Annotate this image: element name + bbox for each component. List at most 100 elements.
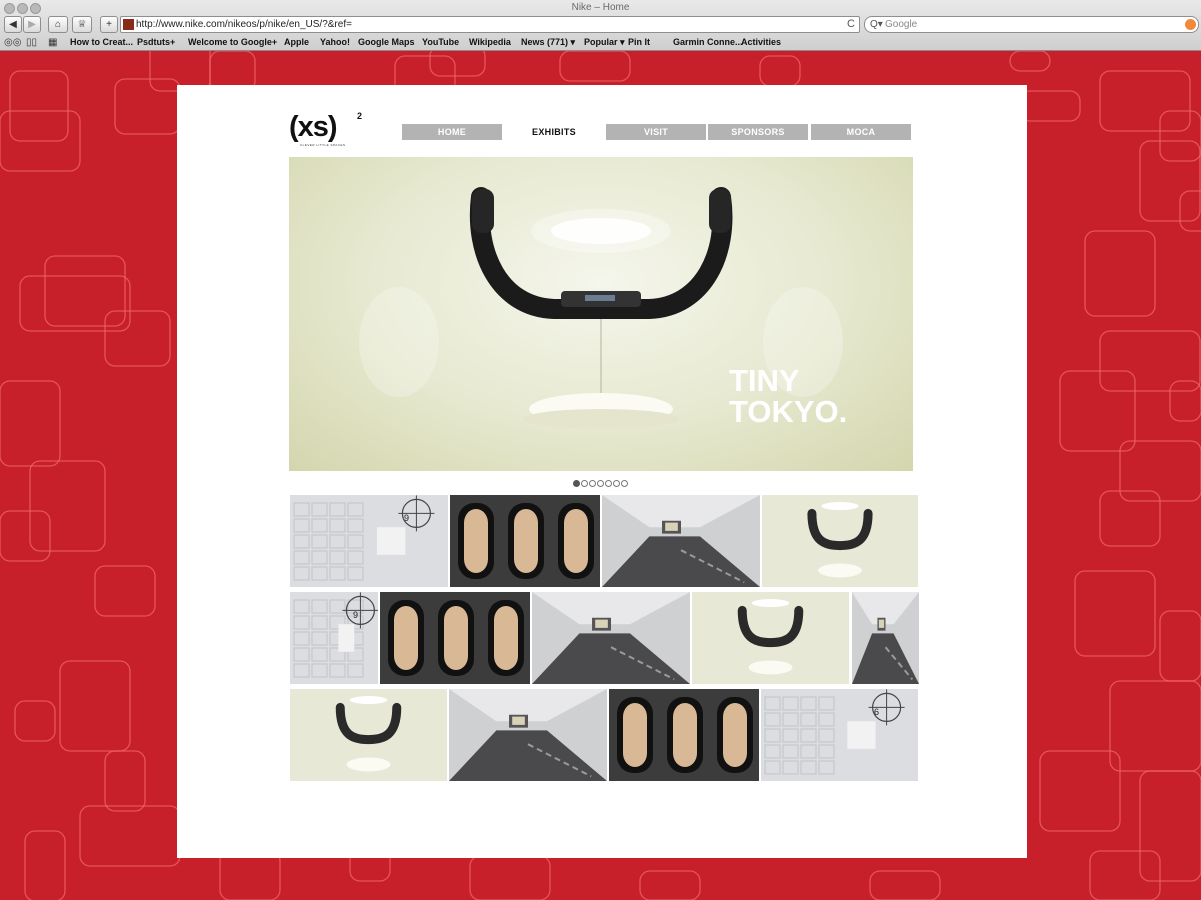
bookmark-item[interactable]: News (771) ▾	[521, 35, 575, 49]
reading-list-icon[interactable]: ◎◎	[4, 36, 21, 48]
top-sites-grid-icon[interactable]: ▦	[48, 36, 57, 48]
address-text[interactable]: http://www.nike.com/nikeos/p/nike/en_US/…	[136, 17, 352, 32]
bookmark-item[interactable]: Google Maps	[358, 35, 415, 49]
gallery-thumbnail[interactable]	[602, 495, 760, 587]
thumbnail-label: 9	[404, 513, 410, 523]
gallery-thumbnail[interactable]: 6	[761, 689, 918, 781]
home-button[interactable]: ⌂	[48, 16, 68, 33]
search-input[interactable]: Google	[885, 17, 917, 32]
bookmarks-book-icon[interactable]: ▯▯	[26, 36, 37, 48]
gallery-thumbnail[interactable]	[692, 592, 849, 684]
background-outline-square	[114, 78, 181, 135]
background-outline-square	[29, 460, 106, 552]
hero-headline-line2: TOKYO.	[729, 394, 848, 429]
background-outline-square	[559, 51, 631, 82]
background-outline-square	[469, 855, 551, 900]
bookmark-item[interactable]: Welcome to Google+	[188, 35, 277, 49]
gallery-thumbnail[interactable]	[380, 592, 530, 684]
background-outline-square	[1074, 570, 1156, 657]
thumbnail-label: 6	[874, 707, 880, 717]
hero-slide[interactable]: TINY TOKYO.	[289, 157, 913, 471]
slider-dot[interactable]	[581, 480, 588, 487]
forward-button[interactable]: ▶	[23, 16, 41, 33]
site-logo[interactable]: (xs) 2 CLEVER LITTLE SPACES	[289, 111, 364, 147]
bookmark-item[interactable]: Wikipedia	[469, 35, 511, 49]
background-outline-square	[1139, 770, 1201, 882]
slider-dot[interactable]	[589, 480, 596, 487]
background-outline-square	[0, 380, 61, 467]
hero-headline-line1: TINY	[729, 363, 800, 398]
background-outline-square	[44, 255, 126, 327]
thumbnail-image	[609, 689, 759, 781]
gallery-thumbnail[interactable]	[532, 592, 690, 684]
background-outline-square	[1039, 750, 1121, 832]
bookmark-item[interactable]: Activities	[741, 35, 781, 49]
background-outline-square	[1059, 370, 1136, 452]
background-outline-square	[1159, 110, 1201, 162]
nav-home[interactable]: HOME	[402, 124, 502, 140]
thumbnail-image	[450, 495, 600, 587]
minimize-window-button[interactable]	[17, 3, 28, 14]
gallery-thumbnail[interactable]	[852, 592, 919, 684]
background-outline-square	[219, 850, 281, 900]
gallery-thumbnail[interactable]	[762, 495, 918, 587]
back-button[interactable]: ◀	[4, 16, 22, 33]
address-bar[interactable]: http://www.nike.com/nikeos/p/nike/en_US/…	[120, 16, 860, 33]
background-outline-square	[24, 830, 66, 900]
background-outline-square	[1089, 850, 1161, 900]
background-outline-square	[1099, 70, 1191, 132]
thumbnail-image	[602, 495, 760, 587]
thumbnail-image	[692, 592, 849, 684]
bookmark-item[interactable]: YouTube	[422, 35, 459, 49]
bookmark-item[interactable]: Yahoo!	[320, 35, 350, 49]
gallery-thumbnail[interactable]: 9	[290, 592, 378, 684]
bookmark-item[interactable]: Garmin Conne...	[673, 35, 743, 49]
thumbnail-image	[290, 495, 448, 587]
background-outline-square	[1099, 330, 1201, 392]
background-outline-square	[14, 700, 56, 742]
nav-visit[interactable]: VISIT	[606, 124, 706, 140]
add-bookmark-button[interactable]: ♕	[72, 16, 92, 33]
search-icon[interactable]: Q▾	[870, 17, 883, 32]
thumbnail-image	[532, 592, 690, 684]
nav-sponsors[interactable]: SPONSORS	[708, 124, 808, 140]
thumbnail-image	[761, 689, 918, 781]
bookmark-item[interactable]: Apple	[284, 35, 309, 49]
slider-dot[interactable]	[597, 480, 604, 487]
bookmark-item[interactable]: Psdtuts+	[137, 35, 175, 49]
background-outline-square	[1084, 230, 1156, 317]
nav-exhibits[interactable]: EXHIBITS	[504, 124, 604, 140]
thumbnail-label: 9	[353, 610, 359, 620]
background-outline-square	[429, 51, 486, 77]
window-title: Nike – Home	[571, 2, 630, 13]
bookmark-item[interactable]: Pin It	[628, 35, 650, 49]
background-outline-square	[9, 70, 69, 142]
slider-dot[interactable]	[613, 480, 620, 487]
slider-dot[interactable]	[621, 480, 628, 487]
bookmark-item[interactable]: How to Creat...	[70, 35, 133, 49]
zoom-window-button[interactable]	[30, 3, 41, 14]
thumbnail-image	[762, 495, 918, 587]
bookmark-item[interactable]: Popular ▾	[584, 35, 625, 49]
new-tab-button[interactable]: +	[100, 16, 118, 33]
reload-icon[interactable]: C	[847, 17, 855, 32]
site-favicon-icon	[123, 19, 134, 30]
snapback-icon[interactable]	[1185, 19, 1196, 30]
thumbnail-image	[852, 592, 919, 684]
gallery-thumbnail[interactable]	[450, 495, 600, 587]
gallery-thumbnail[interactable]	[290, 689, 447, 781]
background-outline-square	[1169, 380, 1201, 422]
search-field[interactable]: Q▾ Google	[864, 16, 1199, 33]
gallery-thumbnail[interactable]: 9	[290, 495, 448, 587]
slider-dot[interactable]	[573, 480, 580, 487]
background-outline-square	[1139, 140, 1201, 222]
close-window-button[interactable]	[4, 3, 15, 14]
gallery-thumbnail[interactable]	[609, 689, 759, 781]
browser-chrome: Nike – Home ◀ ▶ ⌂ ♕ + http://www.nike.co…	[0, 0, 1201, 51]
slider-dot[interactable]	[605, 480, 612, 487]
window-titlebar: Nike – Home	[0, 0, 1201, 15]
gallery-thumbnail[interactable]	[449, 689, 607, 781]
background-outline-square	[759, 55, 801, 87]
background-outline-square	[104, 750, 146, 812]
nav-moca[interactable]: MOCA	[811, 124, 911, 140]
